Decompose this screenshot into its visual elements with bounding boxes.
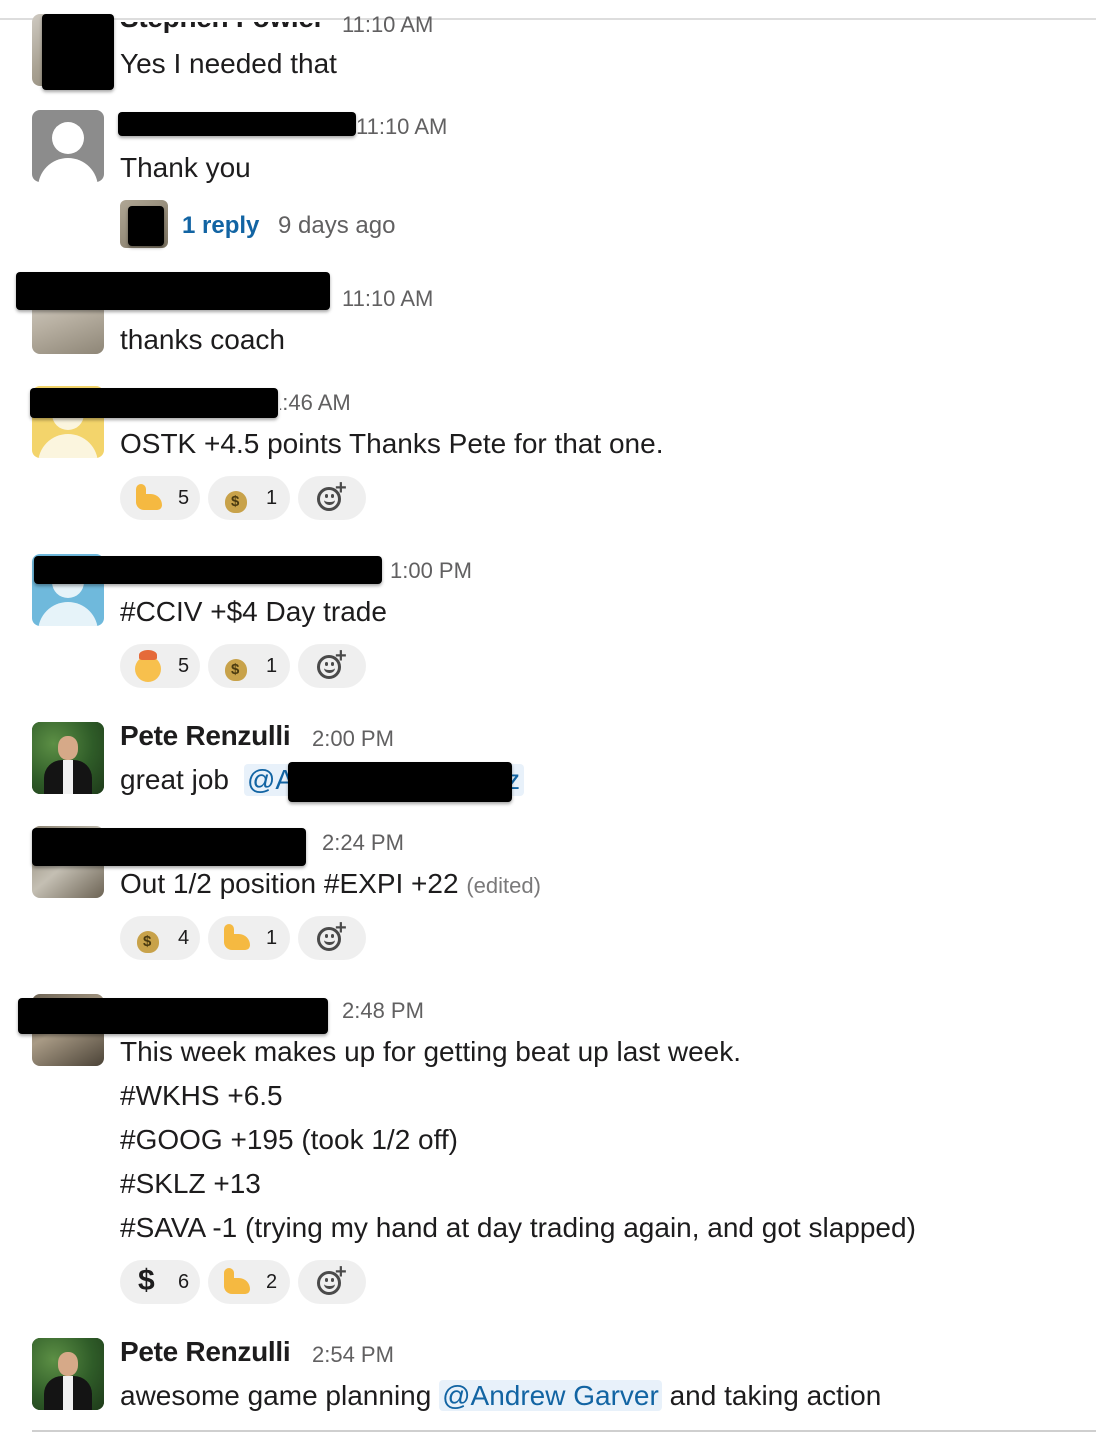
message-text: #CCIV +$4 Day trade — [120, 596, 387, 627]
message-text-body: Out 1/2 position #EXPI +22 — [120, 868, 459, 899]
sender-name-redacted — [118, 112, 356, 136]
add-reaction-icon: + — [315, 645, 349, 683]
top-divider — [0, 18, 1096, 20]
reaction-count: 1 — [266, 486, 278, 509]
sender-name[interactable]: Pete Renzulli — [120, 720, 291, 752]
message-text: thanks coach — [120, 324, 285, 355]
reaction-pill[interactable]: 1 — [208, 916, 290, 960]
add-reaction-icon: + — [315, 1261, 349, 1299]
heavy-dollar-sign-icon — [132, 1264, 164, 1298]
sender-name-redacted — [34, 556, 382, 584]
reaction-pill[interactable]: 2 — [208, 1260, 290, 1304]
message-text: great job — [120, 764, 237, 796]
money-bag-icon — [220, 482, 252, 514]
avatar[interactable] — [32, 110, 104, 182]
message-timestamp[interactable]: 2:24 PM — [322, 830, 404, 856]
user-mention[interactable]: @Andrew Garver — [439, 1380, 662, 1411]
avatar[interactable] — [32, 722, 104, 794]
reaction-count: 1 — [266, 926, 278, 949]
message-text-line: #GOOG +195 (took 1/2 off) — [120, 1124, 458, 1155]
reaction-count: 2 — [266, 1270, 278, 1293]
redaction-block — [288, 762, 512, 802]
message-text: Thank you — [120, 152, 251, 183]
message-text-line: #SAVA -1 (trying my hand at day trading … — [120, 1212, 916, 1243]
add-reaction-icon: + — [315, 477, 349, 515]
message-timestamp[interactable]: 2:48 PM — [342, 998, 424, 1024]
sender-name-redacted — [32, 828, 306, 866]
message-text: Yes I needed that — [120, 48, 337, 79]
message-timestamp[interactable]: 1:46 AM — [280, 390, 351, 416]
money-bag-icon — [220, 650, 252, 682]
money-bag-icon — [132, 922, 164, 954]
redaction-block — [128, 206, 164, 246]
message-timestamp[interactable]: 11:10 AM — [342, 286, 433, 312]
reaction-pill[interactable]: 6 — [120, 1260, 200, 1304]
reaction-count: 5 — [178, 486, 190, 509]
reaction-pill[interactable]: 5 — [120, 644, 200, 688]
sender-name-redacted — [18, 998, 328, 1034]
sender-name-redacted — [16, 272, 330, 310]
flexed-biceps-icon — [220, 922, 252, 954]
reaction-count: 4 — [178, 926, 190, 949]
flexed-biceps-icon — [132, 482, 164, 514]
thread-last-reply-time: 9 days ago — [278, 212, 396, 239]
redaction-block — [42, 14, 114, 90]
add-reaction-button[interactable]: + — [298, 916, 366, 960]
message-text: OSTK +4.5 points Thanks Pete for that on… — [120, 428, 664, 459]
add-reaction-button[interactable]: + — [298, 476, 366, 520]
message-text: awesome game planning @Andrew Garver and… — [120, 1380, 881, 1412]
message-timestamp[interactable]: 1:00 PM — [390, 558, 472, 584]
edited-label: (edited) — [466, 873, 541, 898]
sender-name-redacted — [30, 388, 278, 418]
reaction-count: 6 — [178, 1270, 190, 1293]
message-timestamp[interactable]: 11:10 AM — [356, 114, 447, 140]
reaction-pill[interactable]: 4 — [120, 916, 200, 960]
reaction-count: 1 — [266, 654, 278, 677]
message-timestamp[interactable]: 2:54 PM — [312, 1342, 394, 1368]
sender-name[interactable]: Pete Renzulli — [120, 1336, 291, 1368]
message-text-line: This week makes up for getting beat up l… — [120, 1036, 741, 1067]
message-text-prefix: awesome game planning — [120, 1380, 440, 1411]
avatar[interactable] — [32, 1338, 104, 1410]
add-reaction-icon: + — [315, 917, 349, 955]
reaction-pill[interactable]: 1 — [208, 644, 290, 688]
message-text-line: #SKLZ +13 — [120, 1168, 261, 1199]
reaction-pill[interactable]: 1 — [208, 476, 290, 520]
exploding-head-icon — [132, 650, 164, 682]
message-timestamp[interactable]: 11:10 AM — [342, 16, 433, 38]
composer-top-border — [32, 1430, 1096, 1432]
message-timestamp[interactable]: 2:00 PM — [312, 726, 394, 752]
message-text-suffix: and taking action — [661, 1380, 882, 1411]
reaction-count: 5 — [178, 654, 190, 677]
add-reaction-button[interactable]: + — [298, 644, 366, 688]
message-text-line: #WKHS +6.5 — [120, 1080, 283, 1111]
reaction-pill[interactable]: 5 — [120, 476, 200, 520]
flexed-biceps-icon — [220, 1266, 252, 1298]
thread-reply-link[interactable]: 1 reply — [182, 212, 259, 240]
message-text: Out 1/2 position #EXPI +22 (edited) — [120, 868, 541, 900]
message-text-prefix: great job — [120, 764, 237, 795]
add-reaction-button[interactable]: + — [298, 1260, 366, 1304]
